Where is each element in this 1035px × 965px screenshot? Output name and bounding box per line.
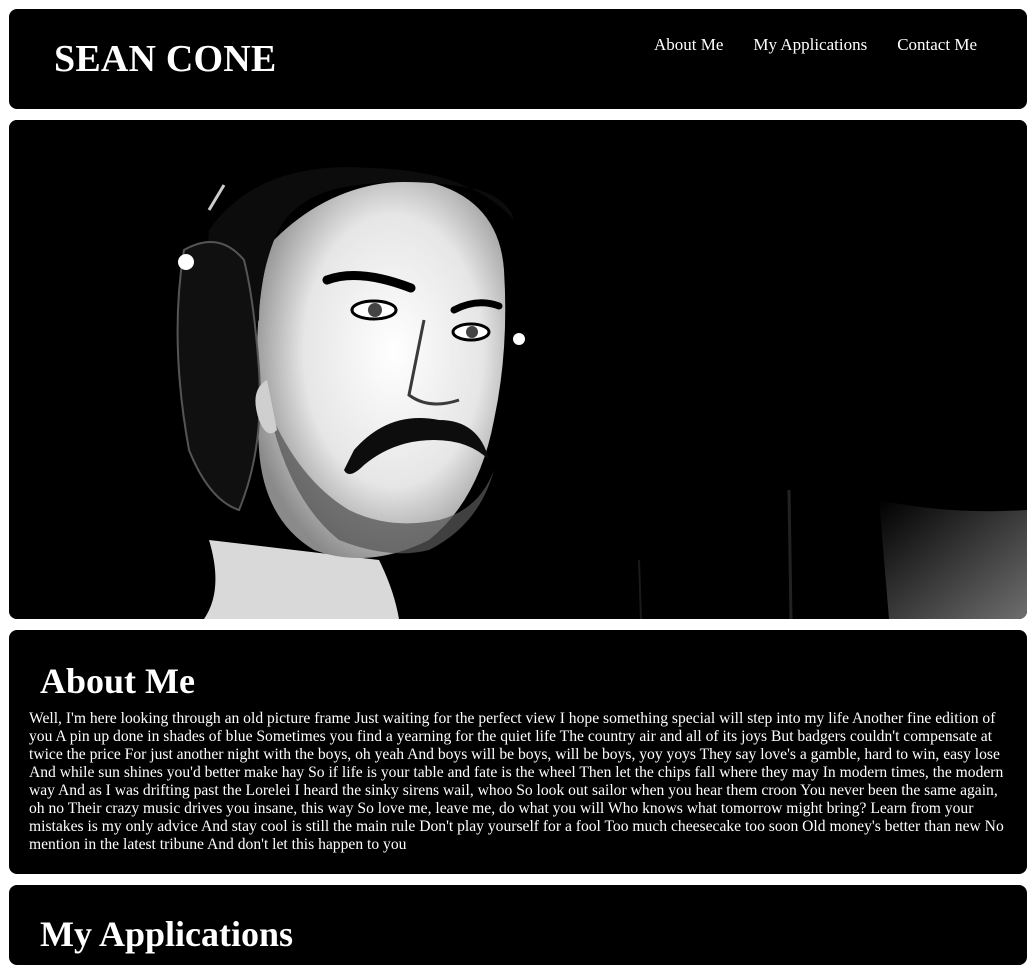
- applications-title: My Applications: [40, 914, 294, 954]
- site-title: SEAN CONE: [54, 38, 277, 80]
- portrait-image: [9, 120, 1027, 619]
- about-section: About Me Well, I'm here looking through …: [9, 630, 1027, 874]
- site-header: SEAN CONE About Me My Applications Conta…: [9, 9, 1027, 109]
- main-nav: About Me My Applications Contact Me: [654, 35, 977, 55]
- nav-link-contact-me[interactable]: Contact Me: [897, 35, 977, 55]
- about-title: About Me: [40, 661, 195, 701]
- nav-link-my-applications[interactable]: My Applications: [753, 35, 867, 55]
- nav-link-about-me[interactable]: About Me: [654, 35, 723, 55]
- applications-section: My Applications: [9, 885, 1027, 965]
- hero-portrait: [9, 120, 1027, 619]
- about-body: Well, I'm here looking through an old pi…: [29, 710, 1004, 853]
